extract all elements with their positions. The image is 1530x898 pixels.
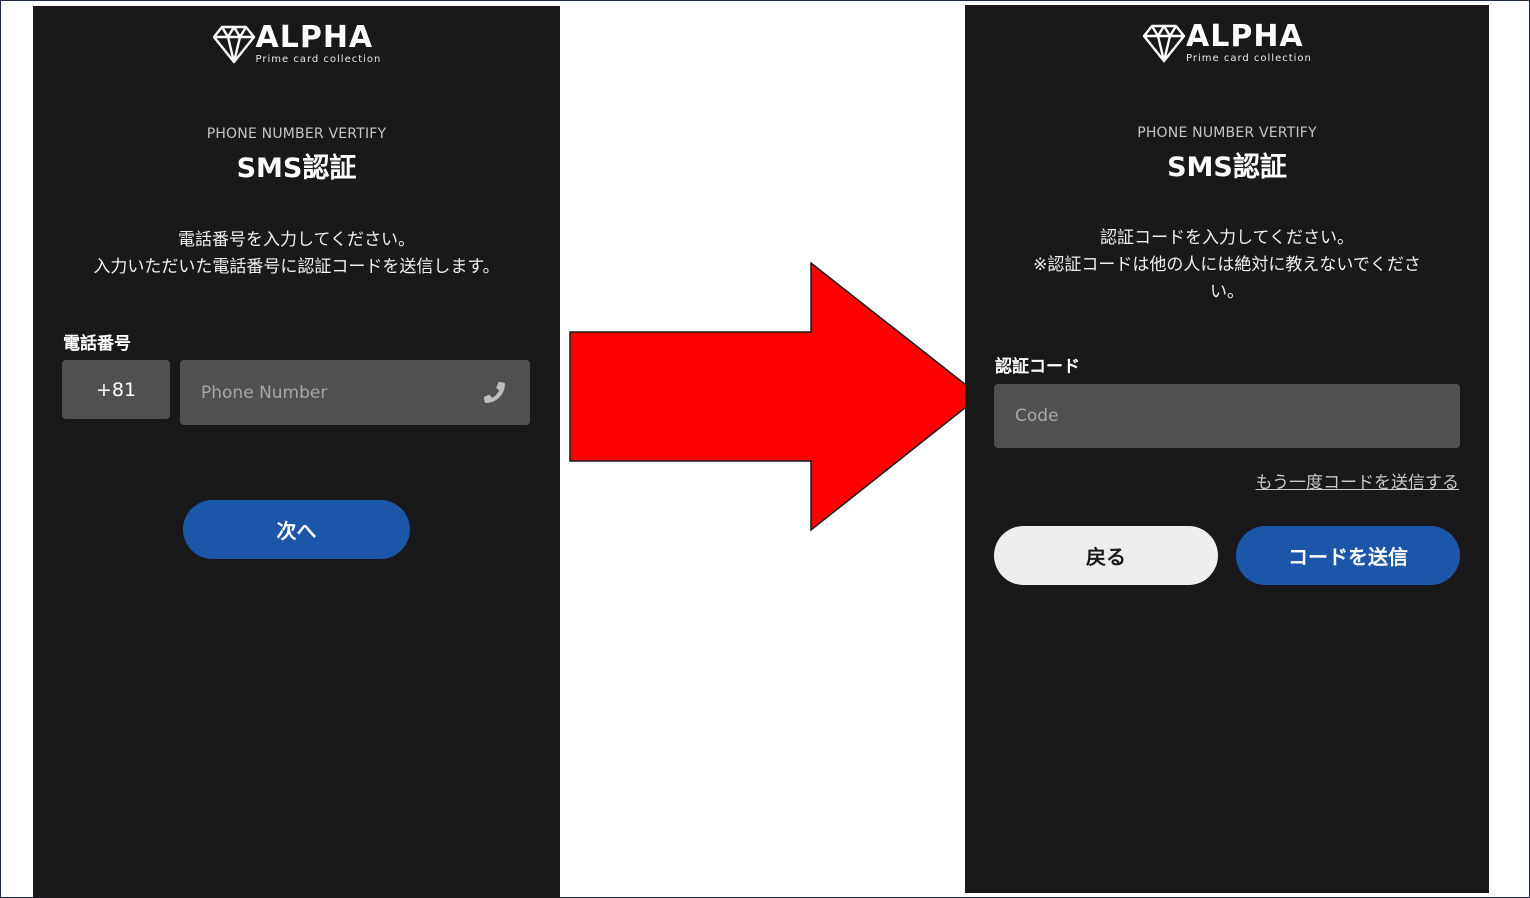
country-code-value: +81 (95, 378, 137, 401)
brand-tagline: Prime card collection (1186, 53, 1312, 64)
code-entry-screen: ALPHA Prime card collection PHONE NUMBER… (965, 5, 1489, 893)
code-input[interactable] (994, 384, 1460, 448)
phone-label: 電話番号 (63, 334, 131, 354)
instruction-line: い。 (1210, 282, 1244, 302)
brand-logo: ALPHA Prime card collection (212, 20, 382, 68)
instruction-line: 入力いただいた電話番号に認証コードを送信します。 (93, 257, 500, 277)
back-button[interactable]: 戻る (994, 526, 1218, 585)
page-subtitle: PHONE NUMBER VERTIFY (1137, 125, 1317, 141)
right-arrow-icon (569, 262, 981, 532)
diamond-icon (212, 25, 255, 64)
page-subtitle: PHONE NUMBER VERTIFY (206, 126, 387, 142)
instruction-line: ※認証コードは他の人には絶対に教えないでくださ (1033, 255, 1421, 275)
phone-number-field (180, 360, 530, 425)
brand-name: ALPHA (1186, 19, 1304, 54)
resend-code-link[interactable]: もう一度コードを送信する (1256, 468, 1460, 493)
instruction-text: 認証コードを入力してください。 ※認証コードは他の人には絶対に教えないでくださ … (985, 225, 1469, 306)
code-field (994, 384, 1460, 448)
phone-number-input[interactable] (180, 360, 530, 425)
code-label: 認証コード (995, 357, 1080, 377)
brand-tagline: Prime card collection (255, 54, 382, 65)
brand-name: ALPHA (255, 20, 374, 55)
brand-logo: ALPHA Prime card collection (1142, 19, 1312, 67)
phone-entry-screen: ALPHA Prime card collection PHONE NUMBER… (33, 6, 560, 898)
country-code-selector[interactable]: +81 (62, 360, 170, 419)
send-code-button[interactable]: コードを送信 (1236, 526, 1460, 585)
instruction-line: 電話番号を入力してください。 (178, 230, 415, 250)
instruction-line: 認証コードを入力してください。 (1100, 228, 1354, 248)
instruction-text: 電話番号を入力してください。 入力いただいた電話番号に認証コードを送信します。 (53, 227, 540, 281)
diamond-icon (1142, 24, 1186, 63)
page-title: SMS認証 (1167, 152, 1287, 183)
next-button[interactable]: 次へ (183, 500, 410, 559)
phone-icon (483, 381, 505, 403)
page-title: SMS認証 (236, 153, 357, 184)
